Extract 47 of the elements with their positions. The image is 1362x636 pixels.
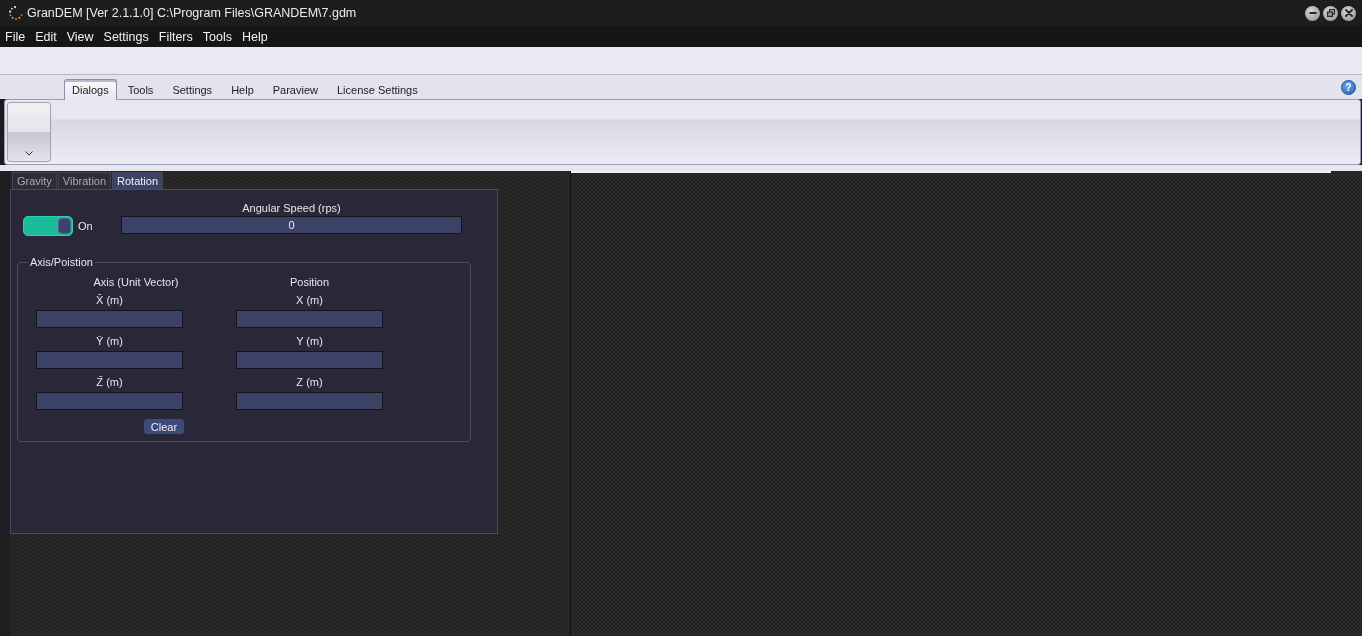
- splitter-handle[interactable]: [560, 171, 570, 636]
- input-field[interactable]: [36, 351, 183, 369]
- clear-button[interactable]: Clear: [144, 419, 184, 434]
- group-title: Axis/Poistion: [28, 256, 95, 269]
- input-field[interactable]: [236, 351, 383, 369]
- menu-item[interactable]: Filters: [153, 27, 198, 46]
- input-field[interactable]: [36, 310, 183, 328]
- menu-item[interactable]: View: [61, 27, 99, 46]
- field-label: Ȳ (m): [95, 334, 124, 348]
- ribbon-tab[interactable]: Tools: [119, 79, 162, 100]
- column-heading: Axis (Unit Vector): [92, 275, 180, 289]
- input-field[interactable]: [236, 310, 383, 328]
- minimize-button[interactable]: [1305, 5, 1320, 21]
- panel-tab[interactable]: Gravity: [12, 172, 57, 189]
- field-label: Z̄ (m): [95, 375, 124, 389]
- restore-button[interactable]: [1323, 5, 1338, 21]
- menu-item[interactable]: Settings: [98, 27, 154, 46]
- menu-item[interactable]: Edit: [30, 27, 62, 46]
- column-heading: Position: [288, 275, 331, 289]
- ribbon-tab[interactable]: License Settings: [329, 79, 426, 100]
- minimize-icon: [1308, 9, 1317, 17]
- field-label: X (m): [295, 293, 324, 307]
- menu-item[interactable]: File: [0, 27, 31, 46]
- input-field[interactable]: [36, 392, 183, 410]
- ribbon-tab[interactable]: Paraview: [264, 79, 326, 100]
- window-title: GranDEM [Ver 2.1.1.0] C:\Program Files\GRANDEM\7.gdm: [27, 6, 357, 20]
- input-field[interactable]: 0: [121, 216, 462, 234]
- input-field[interactable]: [236, 392, 383, 410]
- toggle-switch[interactable]: [23, 216, 73, 236]
- caret-icon: [25, 151, 33, 156]
- dots-icon: [8, 6, 24, 20]
- menu-item[interactable]: Tools: [197, 27, 237, 46]
- ribbon-tab[interactable]: Dialogs: [64, 79, 117, 100]
- ribbon-tab[interactable]: Help: [223, 79, 262, 100]
- close-button[interactable]: [1341, 5, 1356, 21]
- restore-icon: [1326, 9, 1335, 17]
- menu-item[interactable]: Help: [236, 27, 273, 46]
- panel-tab[interactable]: Rotation: [112, 172, 164, 189]
- close-icon: [1344, 9, 1353, 17]
- field-label: X̄ (m): [95, 293, 124, 307]
- field-label: Angular Speed (rps): [242, 201, 341, 216]
- ribbon-tab[interactable]: Settings: [164, 79, 221, 100]
- panel-tab[interactable]: Vibration: [57, 172, 112, 189]
- ribbon-button[interactable]: [7, 102, 51, 162]
- field-label: Z (m): [295, 375, 324, 389]
- toggle-label: On: [78, 219, 93, 233]
- field-label: Y (m): [295, 334, 324, 348]
